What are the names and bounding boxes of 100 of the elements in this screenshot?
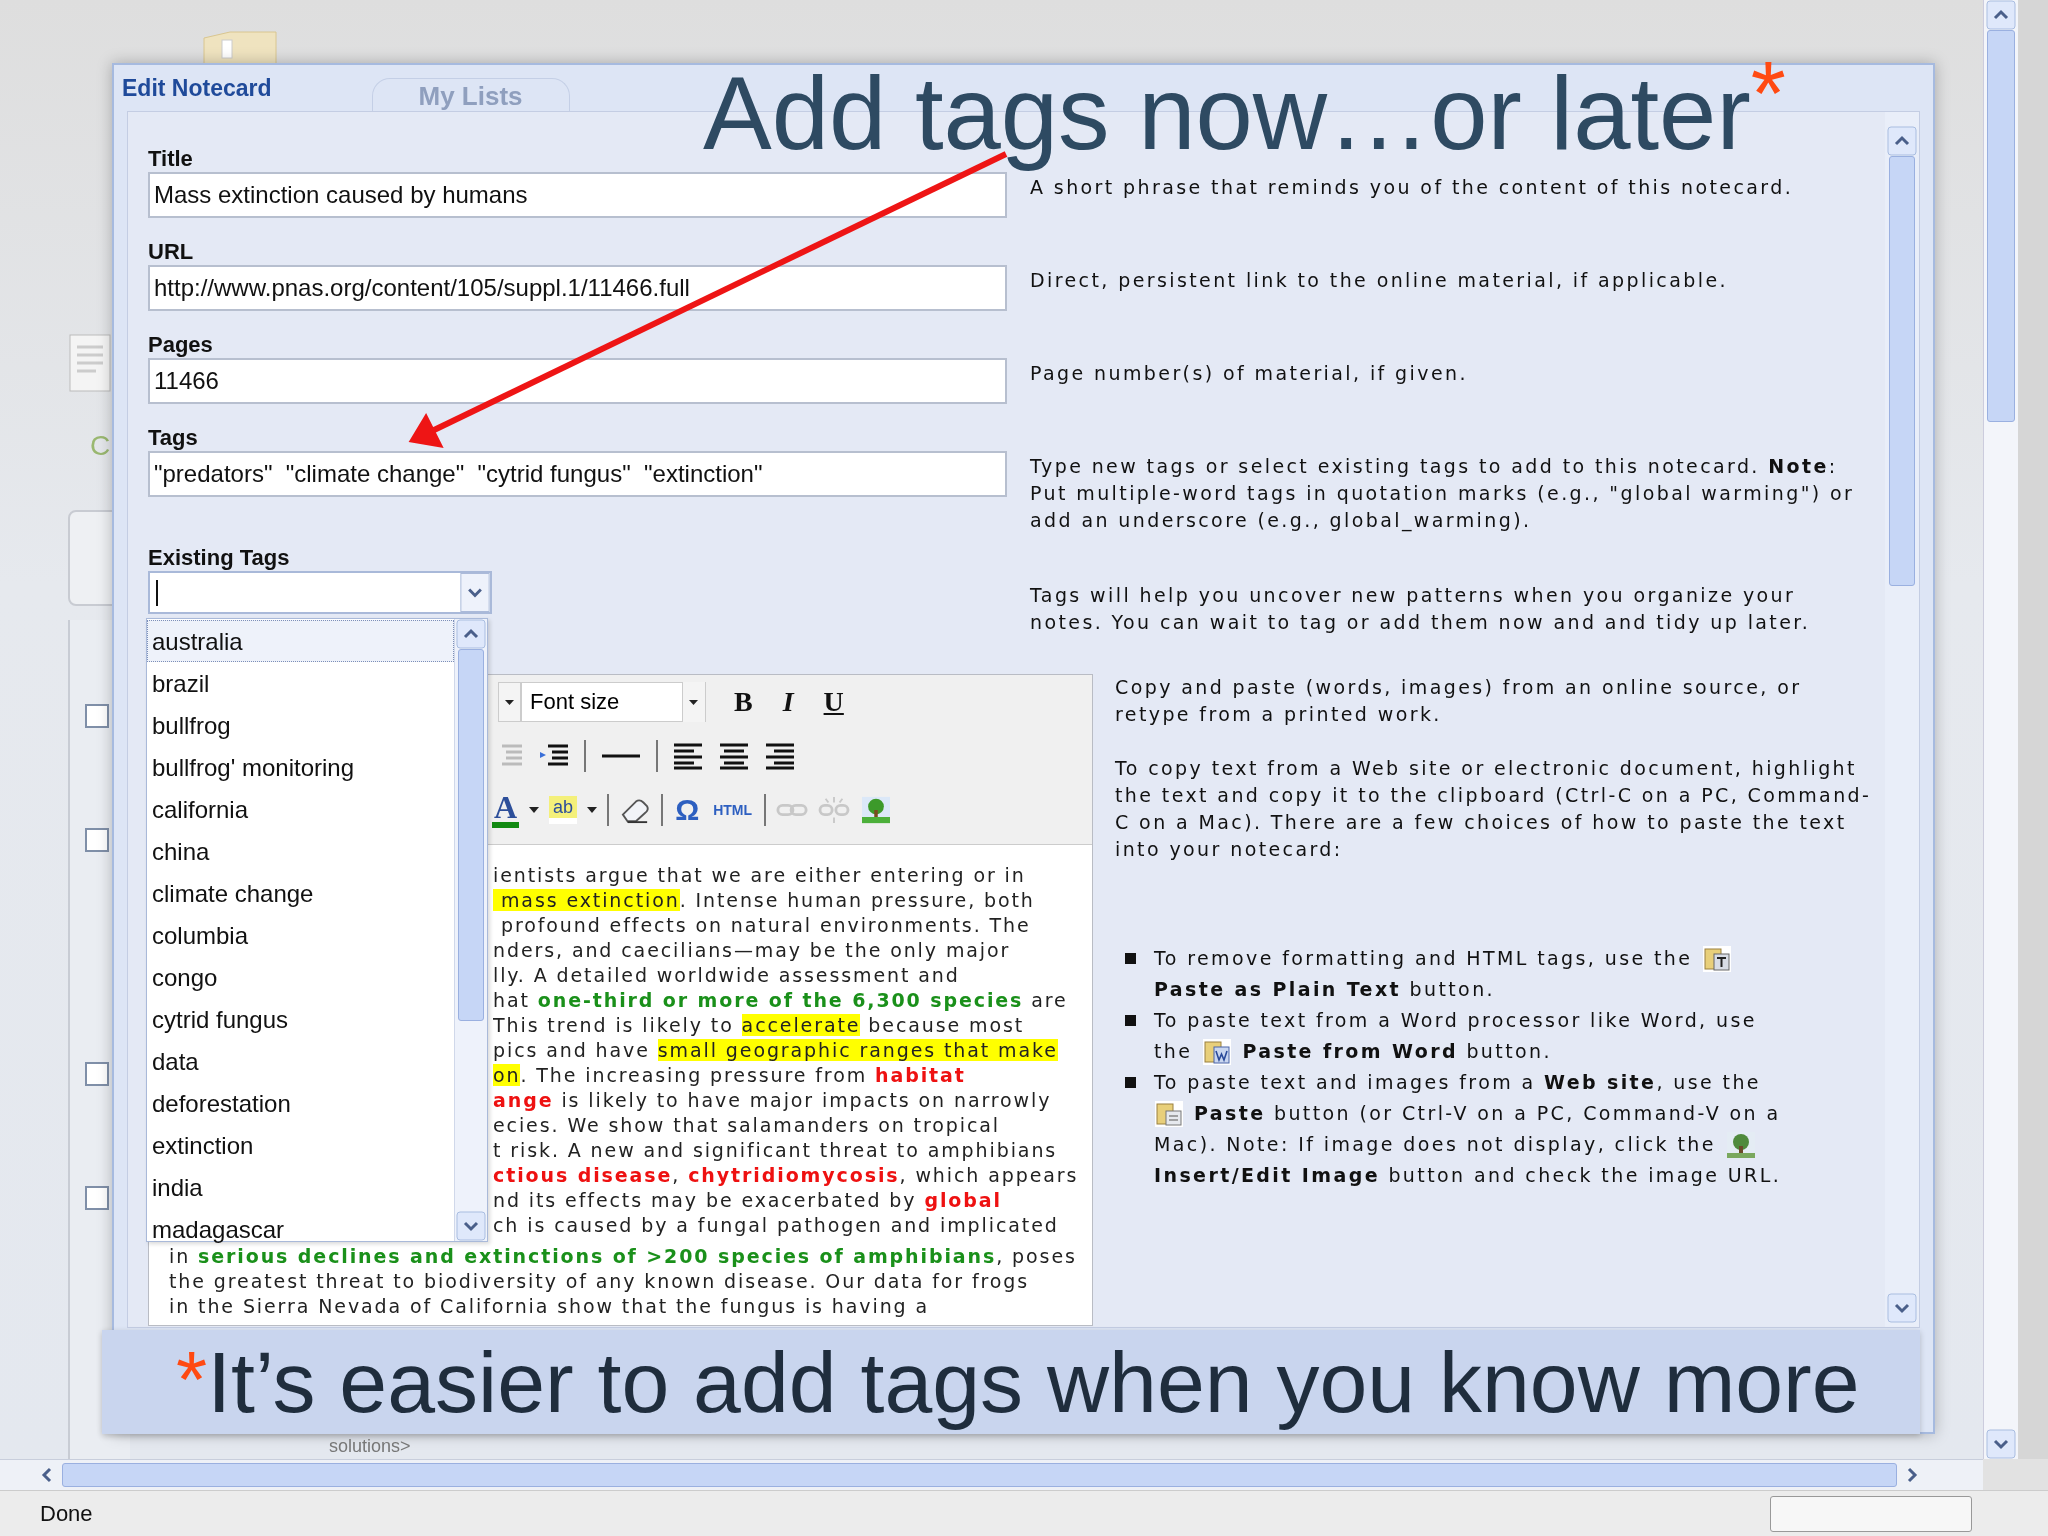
font-size-select[interactable]: Font size [521,682,706,722]
tag-option[interactable]: columbia [147,914,454,956]
editor-text-line: pics and have small geographic ranges that make [493,1038,1059,1063]
bullet-square-icon [1125,953,1136,964]
tag-option[interactable]: brazil [147,662,454,704]
footer-text: solutions> [329,1436,411,1456]
scroll-down-icon[interactable] [1986,1429,2016,1459]
editor-text-line: t risk. A new and significant threat to amphibians [493,1138,1059,1163]
editor-text-line: in serious declines and extinctions of >200 species of amphibians, poses [169,1244,1078,1269]
help-text: Paste button (or Ctrl-V on a PC, Command-V on a [1194,1101,1781,1126]
scroll-thumb[interactable] [1987,30,2015,422]
checkbox[interactable] [85,704,109,728]
help-text: To paste text from a Word processor like Word, use [1154,1008,1757,1033]
scroll-down-icon[interactable] [456,1211,486,1241]
editor-text-line: profound effects on natural environments. The [499,913,1032,938]
help-text: Tags will help you uncover new patterns when you organize your notes. You can wait to tag or add them now and and tidy up later. [1030,583,1812,635]
editor-text-line: ange is likely to have major impacts on narrowly [493,1088,1053,1113]
align-right-icon[interactable] [764,742,796,770]
tag-option[interactable]: cytrid fungus [147,998,454,1040]
input-field[interactable]: Mass extinction caused by humans [148,172,1007,218]
tag-option[interactable]: congo [147,956,454,998]
checkbox[interactable] [85,1062,109,1086]
caption-text: It’s easier to add tags when you know more [207,1332,1860,1432]
help-text: Mac). Note: If image does not display, click the [1154,1132,1716,1157]
paste-plain-text-icon [1702,944,1733,973]
special-character-button[interactable]: Ω [673,793,702,827]
scroll-up-icon[interactable] [1887,126,1917,156]
scroll-thumb[interactable] [1889,156,1915,586]
bullet-square-icon [1125,1077,1136,1088]
annotation-title: Add tags now…or later [703,55,1751,173]
highlight-button[interactable]: ab [549,796,578,824]
help-text: the [1154,1039,1193,1064]
editor-text-line: ecies. We show that salamanders on tropical [493,1113,1001,1138]
editor-text-line: This trend is likely to accelerate because most [493,1013,1026,1038]
scroll-thumb[interactable] [458,649,484,1021]
bullet-square-icon [1125,1015,1136,1026]
scroll-up-icon[interactable] [456,619,486,649]
editor-text-line: ctious disease, chytridiomycosis, which appears [493,1163,1080,1188]
help-text: A short phrase that reminds you of the content of this notecard. [1030,175,1795,200]
scroll-down-icon[interactable] [1887,1293,1917,1323]
caret-icon[interactable] [682,682,705,722]
field-label: Existing Tags [148,545,291,571]
editor-text-line: on. The increasing pressure from habitat [493,1063,967,1088]
tag-option[interactable]: china [147,830,454,872]
tag-option[interactable]: climate change [147,872,454,914]
caret-icon[interactable] [529,807,540,813]
document-icon [68,333,112,393]
status-text: Done [40,1500,93,1527]
tag-option[interactable]: data [147,1040,454,1082]
help-text: To copy text from a Web site or electronic document, highlight the text and copy it to the clipboard (Ctrl-C on a PC, Command-C on a Mac). There are a few choices of how to paste the text into your notecard: [1115,756,1873,862]
checkbox[interactable] [85,1186,109,1210]
window-title: Edit Notecard [122,74,272,102]
scrollbar[interactable] [1885,112,1919,1327]
help-text: Copy and paste (words, images) from an online source, or retype from a printed work. [1115,675,1803,727]
tag-option[interactable]: extinction [147,1124,454,1166]
editor-text-line: the greatest threat to biodiversity of any known disease. Our data for frogs [169,1269,1031,1294]
horizontal-scrollbar[interactable] [0,1459,1983,1490]
align-center-icon[interactable] [718,742,750,770]
image-icon[interactable] [860,796,893,824]
tag-option[interactable]: india [147,1166,454,1208]
scrollbar[interactable] [454,619,487,1241]
input-field[interactable]: "predators" "climate change" "cytrid fungus" "extinction" [148,451,1007,497]
tag-option[interactable]: deforestation [147,1082,454,1124]
editor-text-line: nd its effects may be exacerbated by global [493,1188,1003,1213]
editor-text-line: mass extinction. Intense human pressure, both [493,888,1092,913]
editor-text-line: in the Sierra Nevada of California show that the fungus is having a [169,1294,931,1319]
field-label: Title [148,146,194,172]
asterisk-mark: * [176,1334,208,1426]
editor-text-line: ientists argue that we are either entering or in [493,863,1027,888]
tag-option[interactable]: australia [147,620,454,662]
help-text: Paste from Word button. [1242,1039,1552,1064]
tag-option[interactable]: bullfrog [147,704,454,746]
input-field[interactable]: http://www.pnas.org/content/105/suppl.1/11466.full [148,265,1007,311]
field-label: Tags [148,425,199,451]
help-text: To remove formatting and HTML tags, use the [1154,946,1693,971]
editor-text-line: hat one-third or more of the 6,300 species are [493,988,1069,1013]
field-label: URL [148,239,195,265]
format-button[interactable]: B [728,686,759,718]
page-scrollbar[interactable] [1983,0,2018,1459]
help-text: To paste text and images from a Web site, use the [1154,1070,1761,1095]
help-text: Page number(s) of material, if given. [1030,361,1469,386]
text-cursor-icon [156,579,158,606]
editor-text-line: nders, and caecilians—may be the only major [493,938,1012,963]
tag-option[interactable]: bullfrog' monitoring [147,746,454,788]
help-text: Type new tags or select existing tags to add to this notecard. Note: Put multiple-word tags in quotation marks (e.g., "global warming") or add an underscore (e.g., global_warming). [1030,454,1856,534]
checkbox[interactable] [85,828,109,852]
caret-icon[interactable] [587,807,598,813]
tag-option[interactable]: california [147,788,454,830]
input-field[interactable]: 11466 [148,358,1007,404]
scroll-thumb[interactable] [62,1463,1897,1487]
scroll-up-icon[interactable] [1986,0,2016,30]
html-button[interactable]: HTML [711,802,755,818]
align-left-icon[interactable] [672,742,704,770]
paste-icon [1154,1099,1184,1128]
help-text: Paste as Plain Text button. [1154,977,1495,1002]
editor-text-line: ch is caused by a fungal pathogen and implicated [493,1213,1060,1238]
format-button[interactable]: I [776,686,800,718]
help-text: Direct, persistent link to the online material, if applicable. [1030,268,1729,293]
asterisk-mark: * [1750,44,1786,144]
format-button[interactable]: U [817,686,850,718]
